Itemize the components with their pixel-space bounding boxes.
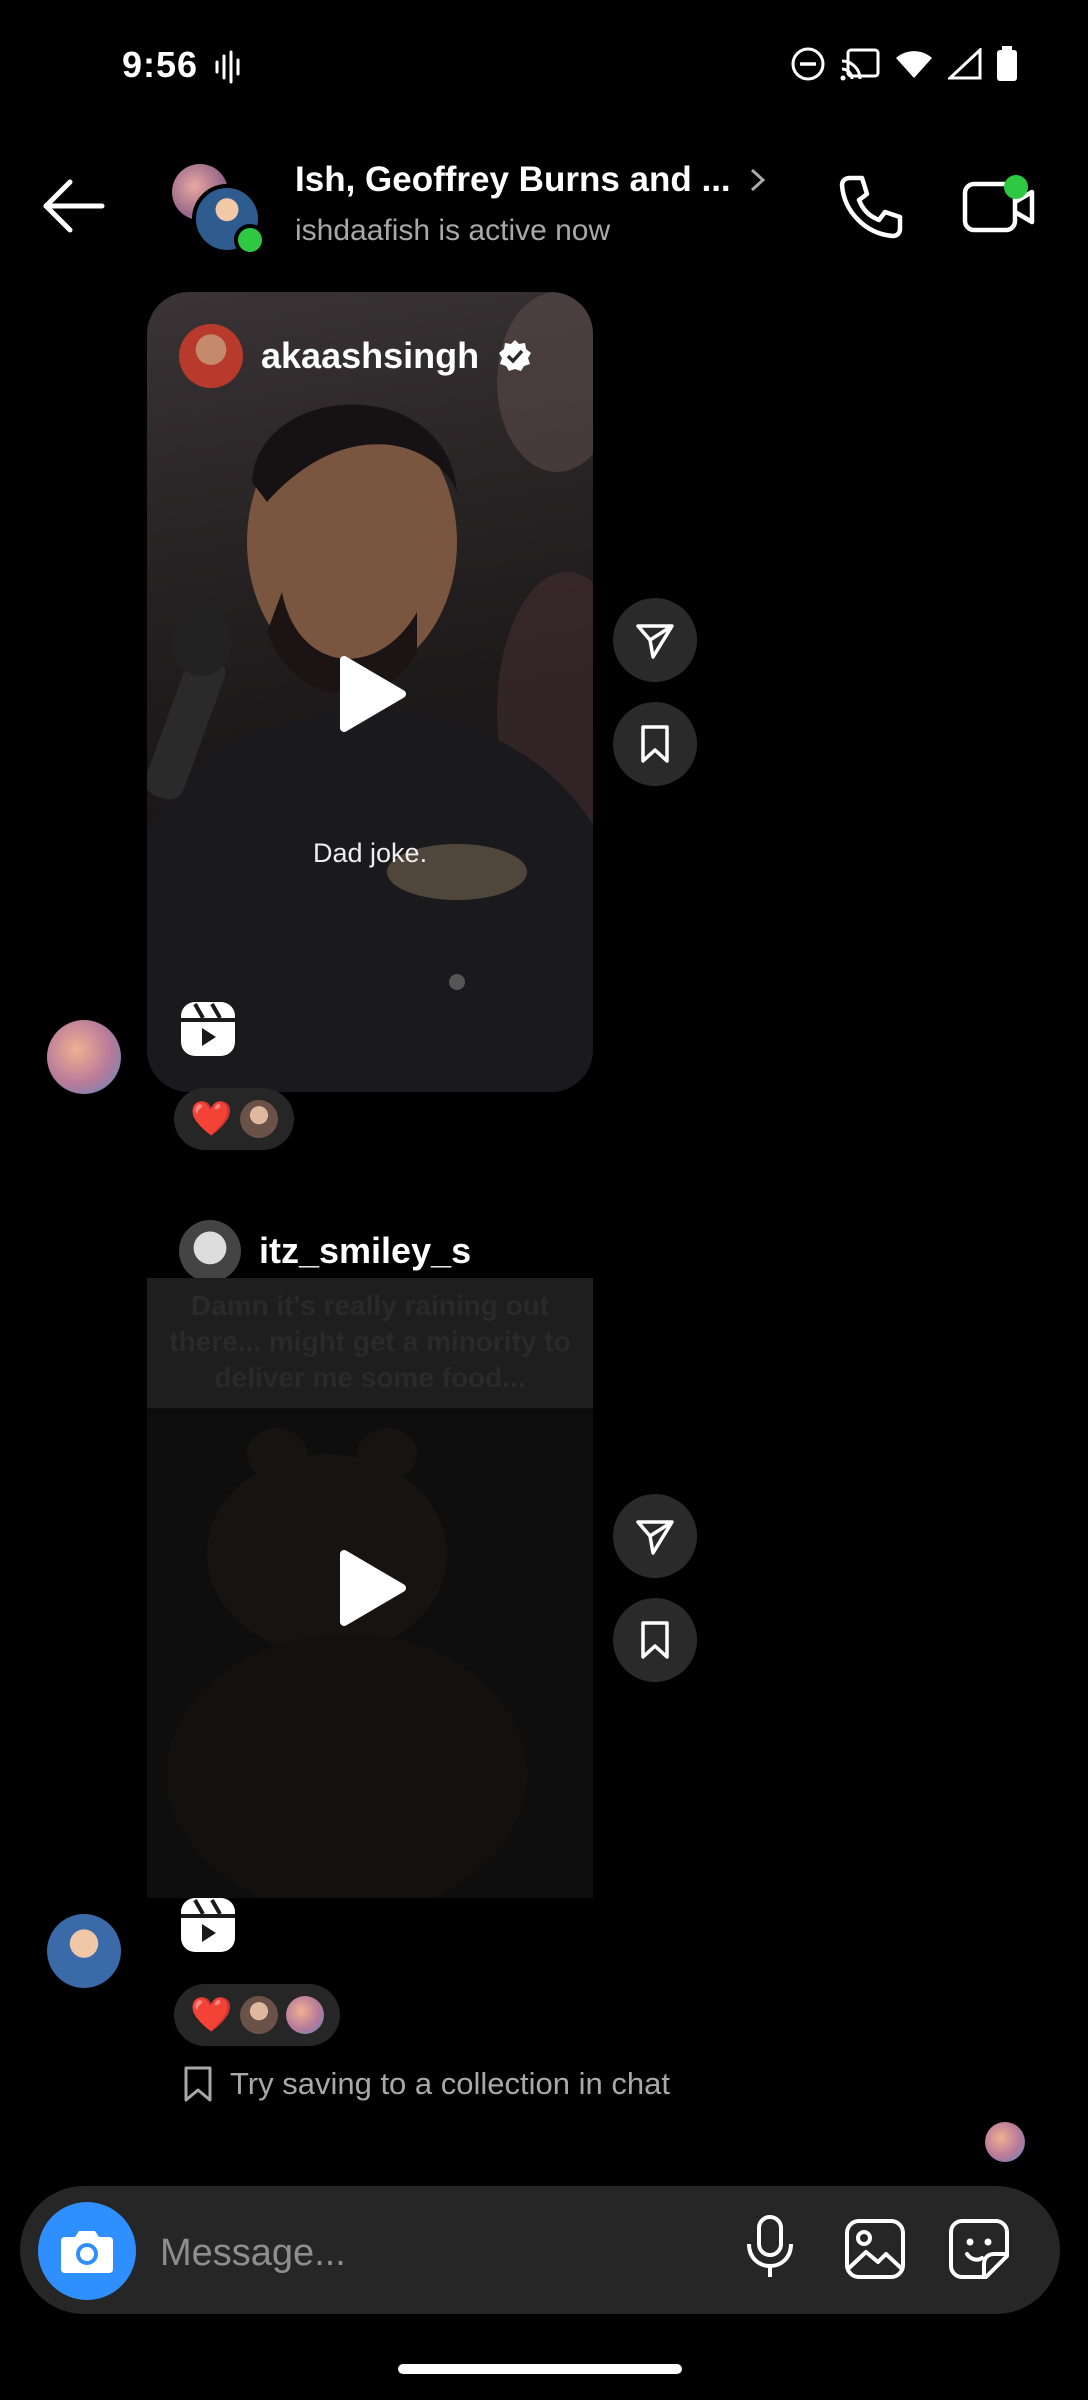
reel-author[interactable]: akaashsingh bbox=[179, 324, 533, 388]
bookmark-icon bbox=[641, 1621, 669, 1659]
wifi-icon bbox=[896, 51, 932, 78]
send-icon bbox=[636, 1520, 674, 1555]
gallery-button[interactable] bbox=[844, 2218, 906, 2285]
status-icons bbox=[790, 46, 1018, 82]
send-icon bbox=[636, 624, 674, 659]
back-button[interactable] bbox=[40, 176, 110, 236]
reels-icon bbox=[179, 1000, 237, 1063]
shared-reel-card[interactable]: Damn it's really raining out there... mi… bbox=[147, 1278, 593, 1898]
online-indicator bbox=[234, 224, 266, 256]
chevron-right-icon[interactable] bbox=[748, 166, 768, 202]
signal-icon bbox=[948, 48, 982, 80]
reactor-avatar bbox=[286, 1996, 325, 2034]
camera-button[interactable] bbox=[38, 2202, 136, 2300]
cast-icon bbox=[840, 48, 880, 81]
video-call-button[interactable] bbox=[960, 172, 1040, 242]
reels-icon bbox=[179, 1896, 237, 1959]
group-avatar[interactable] bbox=[170, 162, 266, 256]
reactor-avatar bbox=[240, 1100, 279, 1138]
bookmark-icon bbox=[641, 725, 669, 763]
sticker-button[interactable] bbox=[948, 2218, 1010, 2285]
active-status: ishdaafish is active now bbox=[295, 214, 611, 247]
play-icon[interactable] bbox=[330, 1548, 410, 1633]
author-username: akaashsingh bbox=[261, 335, 480, 376]
voice-call-button[interactable] bbox=[836, 172, 906, 242]
author-username: itz_smiley_s bbox=[259, 1230, 472, 1271]
seen-by-avatar bbox=[985, 2122, 1025, 2162]
play-icon[interactable] bbox=[330, 654, 410, 739]
microphone-icon bbox=[747, 2215, 793, 2277]
sender-avatar[interactable] bbox=[47, 1914, 121, 1988]
video-camera-icon bbox=[962, 175, 1035, 233]
author-avatar bbox=[179, 1220, 241, 1282]
chat-title[interactable]: Ish, Geoffrey Burns and ... bbox=[295, 160, 731, 200]
collection-tip[interactable]: Try saving to a collection in chat bbox=[182, 2066, 670, 2102]
heart-reaction: ❤️ bbox=[190, 1100, 233, 1138]
share-button[interactable] bbox=[613, 1494, 697, 1578]
save-button[interactable] bbox=[613, 702, 697, 786]
reel-thumbnail bbox=[147, 1414, 593, 1898]
reel-overlay-text: Damn it's really raining out there... mi… bbox=[147, 1278, 593, 1408]
camera-icon bbox=[61, 2231, 113, 2273]
dnd-icon bbox=[791, 47, 825, 81]
save-button[interactable] bbox=[613, 1598, 697, 1682]
phone-icon bbox=[839, 175, 903, 239]
message-input[interactable] bbox=[158, 2224, 702, 2282]
sticker-icon bbox=[949, 2219, 1009, 2279]
home-indicator[interactable] bbox=[398, 2364, 682, 2374]
reaction-pill[interactable]: ❤️ bbox=[174, 1984, 341, 2046]
shared-reel-card[interactable]: akaashsingh Dad joke. bbox=[147, 292, 593, 1092]
voice-activity-icon bbox=[214, 50, 244, 89]
sender-avatar[interactable] bbox=[47, 1020, 121, 1094]
reactor-avatar bbox=[240, 1996, 279, 2034]
verified-badge-icon bbox=[499, 340, 532, 371]
reel-caption: Dad joke. bbox=[313, 838, 428, 868]
voice-message-button[interactable] bbox=[744, 2214, 796, 2285]
reaction-pill[interactable]: ❤️ bbox=[174, 1088, 295, 1150]
share-button[interactable] bbox=[613, 598, 697, 682]
battery-icon bbox=[997, 46, 1017, 81]
heart-reaction: ❤️ bbox=[190, 1996, 233, 2034]
image-icon bbox=[845, 2219, 905, 2279]
status-time: 9:56 bbox=[122, 44, 199, 85]
reel-author[interactable]: itz_smiley_s bbox=[179, 1220, 471, 1282]
bookmark-icon bbox=[184, 2066, 212, 2102]
arrow-left-icon bbox=[43, 179, 105, 233]
author-avatar bbox=[179, 324, 243, 388]
tip-text: Try saving to a collection in chat bbox=[230, 2066, 670, 2101]
